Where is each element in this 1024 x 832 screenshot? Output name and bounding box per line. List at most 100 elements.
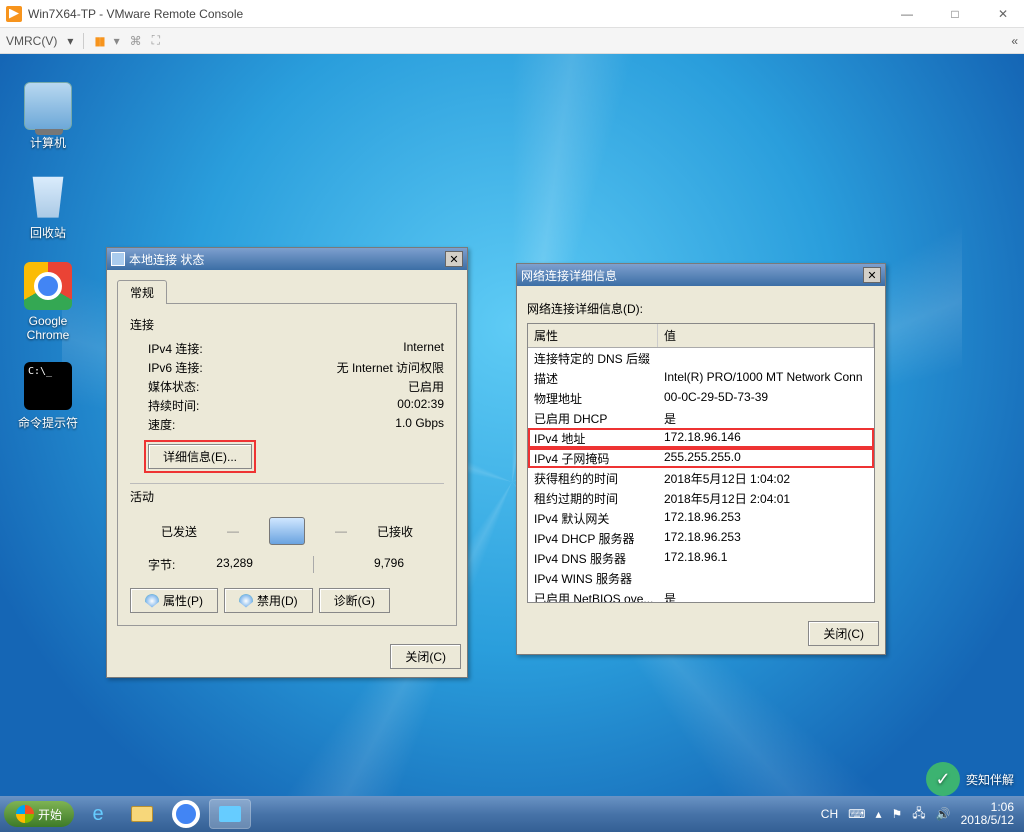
vmware-icon — [6, 6, 22, 22]
duration-value: 00:02:39 — [397, 397, 444, 414]
chrome-label1: Google — [12, 314, 84, 328]
tray-flag-icon[interactable]: ⚑ — [892, 807, 903, 821]
windows-orb-icon — [16, 805, 34, 823]
ipv6-label: IPv6 连接: — [148, 359, 203, 376]
taskbar-network[interactable] — [210, 800, 250, 828]
start-label: 开始 — [38, 806, 62, 823]
toolbar-separator — [83, 33, 84, 49]
cell-value: 00-0C-29-5D-73-39 — [658, 388, 874, 408]
pause-chevron[interactable]: ▾ — [114, 34, 120, 48]
col-property[interactable]: 属性 — [528, 324, 658, 347]
tray-clock[interactable]: 1:06 2018/5/12 — [961, 801, 1014, 827]
watermark: ✓ 奕知伴解 — [926, 762, 1014, 796]
speed-label: 速度: — [148, 416, 175, 433]
tray-network-icon[interactable]: 🖧 — [912, 804, 925, 825]
cell-property: IPv4 默认网关 — [528, 508, 658, 528]
bytes-recv: 9,796 — [374, 556, 404, 573]
table-row[interactable]: 连接特定的 DNS 后缀 — [528, 348, 874, 368]
table-row[interactable]: 租约过期的时间2018年5月12日 2:04:01 — [528, 488, 874, 508]
shield-icon — [239, 594, 253, 608]
tray-keyboard-icon[interactable]: ⌨ — [848, 807, 865, 821]
status-title-icon — [111, 252, 125, 266]
vmrc-menu[interactable]: VMRC(V) — [6, 34, 57, 48]
tab-general[interactable]: 常规 — [117, 280, 167, 304]
cell-value — [658, 568, 874, 588]
status-close-button[interactable]: 关闭(C) — [390, 644, 461, 669]
desktop-icon-computer[interactable]: 计算机 — [12, 82, 84, 151]
status-title: 本地连接 状态 — [129, 251, 204, 268]
details-close-button[interactable]: 关闭(C) — [808, 621, 879, 646]
cell-value: Intel(R) PRO/1000 MT Network Conn — [658, 368, 874, 388]
table-row[interactable]: 获得租约的时间2018年5月12日 1:04:02 — [528, 468, 874, 488]
cell-value — [658, 348, 874, 368]
ipv4-value: Internet — [403, 340, 444, 357]
cell-property: IPv4 DHCP 服务器 — [528, 528, 658, 548]
status-titlebar[interactable]: 本地连接 状态 ✕ — [107, 248, 467, 270]
cell-property: IPv4 地址 — [528, 428, 658, 448]
media-value: 已启用 — [408, 378, 444, 395]
table-row[interactable]: IPv4 DHCP 服务器172.18.96.253 — [528, 528, 874, 548]
details-table: 属性 值 连接特定的 DNS 后缀描述Intel(R) PRO/1000 MT … — [527, 323, 875, 603]
cell-value: 255.255.255.0 — [658, 448, 874, 468]
cell-property: IPv4 子网掩码 — [528, 448, 658, 468]
recycle-label: 回收站 — [12, 224, 84, 241]
start-button[interactable]: 开始 — [4, 801, 74, 827]
chrome-icon — [24, 262, 72, 310]
table-row[interactable]: 物理地址00-0C-29-5D-73-39 — [528, 388, 874, 408]
cell-property: 租约过期的时间 — [528, 488, 658, 508]
table-row[interactable]: IPv4 地址172.18.96.146 — [528, 428, 874, 448]
activity-monitor-icon — [269, 517, 305, 545]
table-row[interactable]: IPv4 子网掩码255.255.255.0 — [528, 448, 874, 468]
details-titlebar[interactable]: 网络连接详细信息 ✕ — [517, 264, 885, 286]
media-label: 媒体状态: — [148, 378, 199, 395]
diagnose-button[interactable]: 诊断(G) — [319, 588, 390, 613]
vmware-titlebar: Win7X64-TP - VMware Remote Console — □ ✕ — [0, 0, 1024, 28]
send-cad-icon[interactable]: ⌘ — [130, 34, 142, 48]
vmware-title: Win7X64-TP - VMware Remote Console — [28, 7, 243, 21]
details-label: 网络连接详细信息(D): — [527, 300, 875, 317]
taskbar-chrome[interactable] — [166, 800, 206, 828]
tray-lang[interactable]: CH — [821, 807, 838, 821]
tray-chevron-icon[interactable]: ▴ — [875, 807, 881, 821]
taskbar-ie[interactable]: e — [78, 800, 118, 828]
close-button[interactable]: ✕ — [988, 7, 1018, 21]
details-title: 网络连接详细信息 — [521, 267, 617, 284]
table-row[interactable]: IPv4 默认网关172.18.96.253 — [528, 508, 874, 528]
dialog-connection-status: 本地连接 状态 ✕ 常规 连接 IPv4 连接:Internet IPv6 连接… — [106, 247, 468, 678]
recv-label: 已接收 — [377, 523, 413, 540]
recycle-icon — [24, 172, 72, 220]
status-close-icon[interactable]: ✕ — [445, 251, 463, 267]
cell-value: 2018年5月12日 1:04:02 — [658, 468, 874, 488]
table-row[interactable]: IPv4 WINS 服务器 — [528, 568, 874, 588]
cmd-label: 命令提示符 — [12, 414, 84, 431]
desktop-icon-recycle[interactable]: 回收站 — [12, 172, 84, 241]
cmd-icon — [24, 362, 72, 410]
status-panel: 连接 IPv4 连接:Internet IPv6 连接:无 Internet 访… — [117, 303, 457, 626]
desktop-icon-cmd[interactable]: 命令提示符 — [12, 362, 84, 431]
details-close-icon[interactable]: ✕ — [863, 267, 881, 283]
bytes-sent: 23,289 — [216, 556, 253, 573]
fullscreen-icon[interactable]: ⛶ — [152, 33, 160, 48]
minimize-button[interactable]: — — [892, 7, 922, 21]
collapse-toolbar-icon[interactable]: « — [1011, 34, 1018, 48]
table-row[interactable]: 描述Intel(R) PRO/1000 MT Network Conn — [528, 368, 874, 388]
vmrc-menu-chevron[interactable]: ▾ — [67, 34, 73, 48]
tray-sound-icon[interactable]: 🔊 — [936, 807, 951, 821]
table-row[interactable]: 已启用 NetBIOS ove...是 — [528, 588, 874, 603]
cell-property: 已启用 DHCP — [528, 408, 658, 428]
cell-value: 172.18.96.146 — [658, 428, 874, 448]
taskbar-explorer[interactable] — [122, 800, 162, 828]
table-row[interactable]: 已启用 DHCP是 — [528, 408, 874, 428]
ipv4-label: IPv4 连接: — [148, 340, 203, 357]
col-value[interactable]: 值 — [658, 324, 874, 347]
disable-button[interactable]: 禁用(D) — [224, 588, 313, 613]
properties-button[interactable]: 属性(P) — [130, 588, 218, 613]
maximize-button[interactable]: □ — [940, 7, 970, 21]
pause-icon[interactable]: ▮▮ — [94, 34, 103, 48]
desktop-icon-chrome[interactable]: Google Chrome — [12, 262, 84, 342]
guest-desktop[interactable]: 计算机 回收站 Google Chrome 命令提示符 本地连接 状态 ✕ 常规… — [0, 54, 1024, 832]
details-button[interactable]: 详细信息(E)... — [148, 444, 252, 469]
cell-value: 172.18.96.253 — [658, 508, 874, 528]
speed-value: 1.0 Gbps — [395, 416, 444, 433]
table-row[interactable]: IPv4 DNS 服务器172.18.96.1 — [528, 548, 874, 568]
